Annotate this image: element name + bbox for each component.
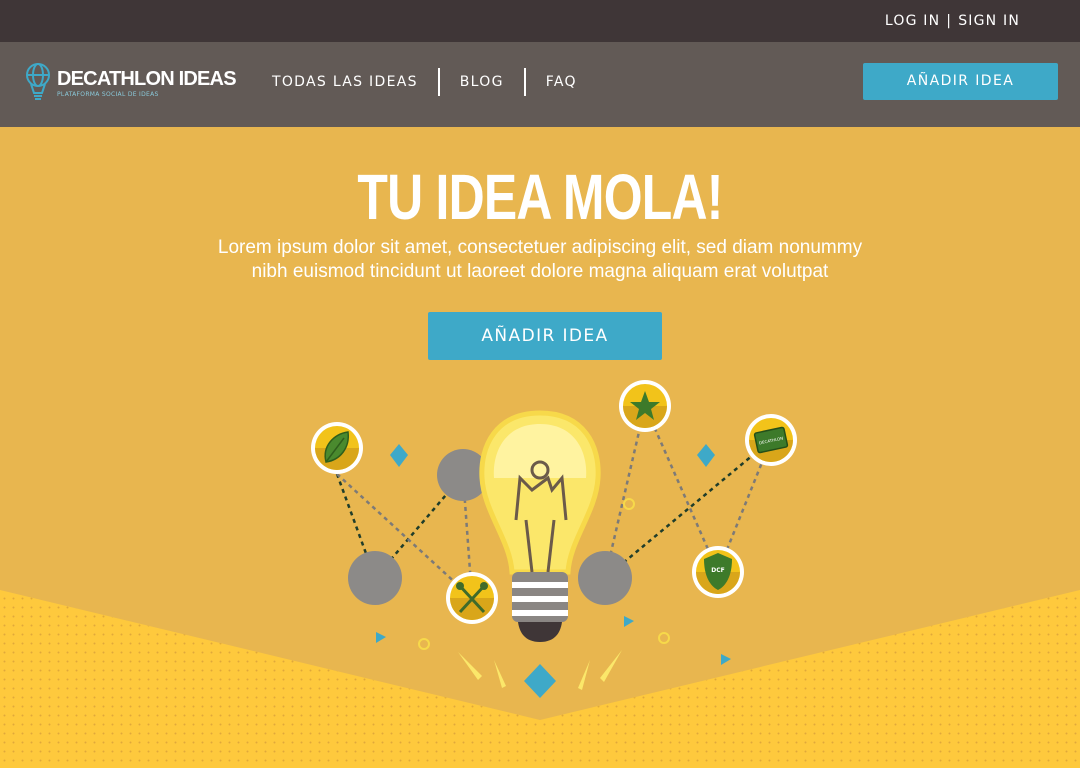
- signin-link[interactable]: SIGN IN: [958, 13, 1020, 29]
- nav-item-todas-las-ideas[interactable]: TODAS LAS IDEAS: [272, 74, 418, 90]
- hero-title: TU IDEA MOLA!: [357, 161, 723, 233]
- auth-links: LOG IN | SIGN IN: [885, 13, 1020, 29]
- small-ring: [658, 632, 670, 644]
- small-ring: [623, 498, 635, 510]
- grey-node: [348, 551, 402, 605]
- shield-label: DCF: [711, 567, 724, 574]
- lightbulb-icon: [479, 410, 601, 642]
- nav-item-faq[interactable]: FAQ: [546, 74, 577, 90]
- nav-item-blog[interactable]: BLOG: [460, 74, 504, 90]
- hero-description: Lorem ipsum dolor sit amet, consectetuer…: [150, 236, 930, 284]
- small-ring: [418, 638, 430, 650]
- hero-text-line: nibh euismod tincidunt ut laoreet dolore…: [251, 261, 829, 282]
- star-icon: [619, 380, 671, 432]
- hero-illustration: DECATHLON DCF: [0, 380, 1080, 768]
- diamond-icon: [524, 664, 556, 698]
- brand-tagline: PLATAFORMA SOCIAL DE IDEAS: [57, 91, 159, 98]
- crossed-tools-icon: [446, 572, 498, 624]
- diamond-icon: [390, 444, 408, 467]
- login-link[interactable]: LOG IN: [885, 13, 940, 29]
- shield-icon: DCF: [692, 546, 744, 598]
- triangle-icon: [624, 616, 634, 627]
- nav-links: TODAS LAS IDEAS BLOG FAQ: [272, 68, 577, 96]
- ticket-icon: DECATHLON: [745, 414, 797, 466]
- top-bar: LOG IN | SIGN IN: [0, 0, 1080, 42]
- main-navbar: DECATHLON IDEAS PLATAFORMA SOCIAL DE IDE…: [0, 42, 1080, 127]
- triangle-icon: [721, 654, 731, 665]
- nav-divider: [437, 68, 440, 96]
- nav-divider: [523, 68, 526, 96]
- grey-node: [578, 551, 632, 605]
- brand-name: DECATHLON IDEAS: [57, 68, 237, 90]
- brand-logo[interactable]: DECATHLON IDEAS PLATAFORMA SOCIAL DE IDE…: [24, 62, 237, 102]
- leaf-icon: [311, 422, 363, 474]
- triangle-icon: [376, 632, 386, 643]
- lightbulb-globe-icon: [26, 63, 50, 100]
- auth-separator: |: [946, 13, 953, 29]
- hero-text-line: Lorem ipsum dolor sit amet, consectetuer…: [217, 237, 863, 258]
- add-idea-nav-button[interactable]: AÑADIR IDEA: [863, 63, 1058, 100]
- diamond-icon: [697, 444, 715, 467]
- add-idea-hero-button[interactable]: AÑADIR IDEA: [428, 312, 662, 360]
